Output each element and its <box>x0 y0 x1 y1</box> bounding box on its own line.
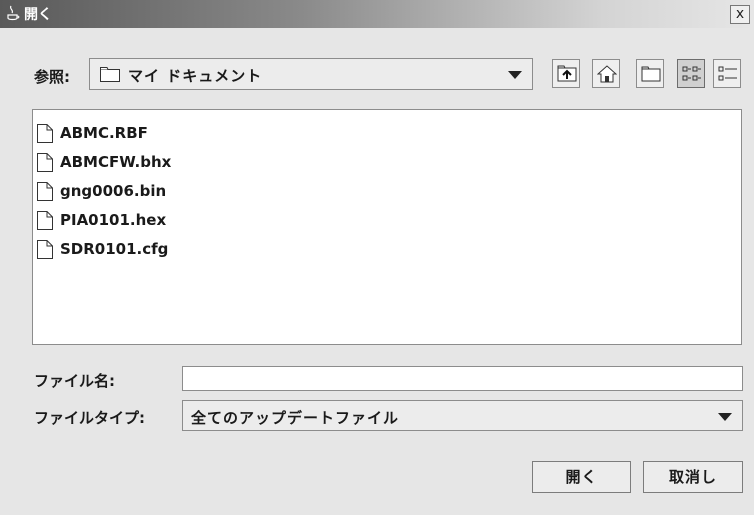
file-name: PIA0101.hex <box>60 211 167 229</box>
close-button[interactable]: x <box>730 5 750 24</box>
file-list[interactable]: ABMC.RBF ABMCFW.bhx gng0006.bin PIA0101.… <box>32 109 742 345</box>
window-title: 開く <box>24 7 52 23</box>
details-view-icon <box>718 66 737 81</box>
file-icon <box>37 153 53 172</box>
file-name: ABMCFW.bhx <box>60 153 172 171</box>
file-icon <box>37 211 53 230</box>
details-view-button[interactable] <box>713 59 741 88</box>
close-icon: x <box>735 6 745 22</box>
new-folder-icon <box>641 66 661 82</box>
filename-input[interactable] <box>182 366 743 391</box>
list-view-icon <box>682 66 701 81</box>
filename-label: ファイル名: <box>34 372 115 390</box>
java-cup-icon <box>7 5 20 21</box>
file-icon <box>37 182 53 201</box>
open-button[interactable]: 開く <box>532 461 631 493</box>
chevron-down-icon[interactable] <box>718 413 732 421</box>
file-icon <box>37 124 53 143</box>
cancel-button[interactable]: 取消し <box>643 461 743 493</box>
folder-icon <box>100 67 120 82</box>
file-name: ABMC.RBF <box>60 124 148 142</box>
title-bar[interactable]: 開く x <box>0 0 754 28</box>
lookin-value: マイ ドキュメント <box>128 67 263 85</box>
file-name: gng0006.bin <box>60 182 167 200</box>
file-icon <box>37 240 53 259</box>
lookin-combo[interactable]: マイ ドキュメント <box>89 58 533 90</box>
file-name: SDR0101.cfg <box>60 240 169 258</box>
home-icon <box>597 65 617 83</box>
filetype-value: 全てのアップデートファイル <box>191 409 400 427</box>
filetype-label: ファイルタイプ: <box>34 409 145 427</box>
chevron-down-icon[interactable] <box>508 71 522 79</box>
up-folder-icon <box>557 65 577 82</box>
home-button[interactable] <box>592 59 620 88</box>
new-folder-button[interactable] <box>636 59 664 88</box>
up-one-level-button[interactable] <box>552 59 580 88</box>
list-view-button[interactable] <box>677 59 705 88</box>
filetype-combo[interactable]: 全てのアップデートファイル <box>182 400 743 431</box>
lookin-label: 参照: <box>34 68 70 86</box>
